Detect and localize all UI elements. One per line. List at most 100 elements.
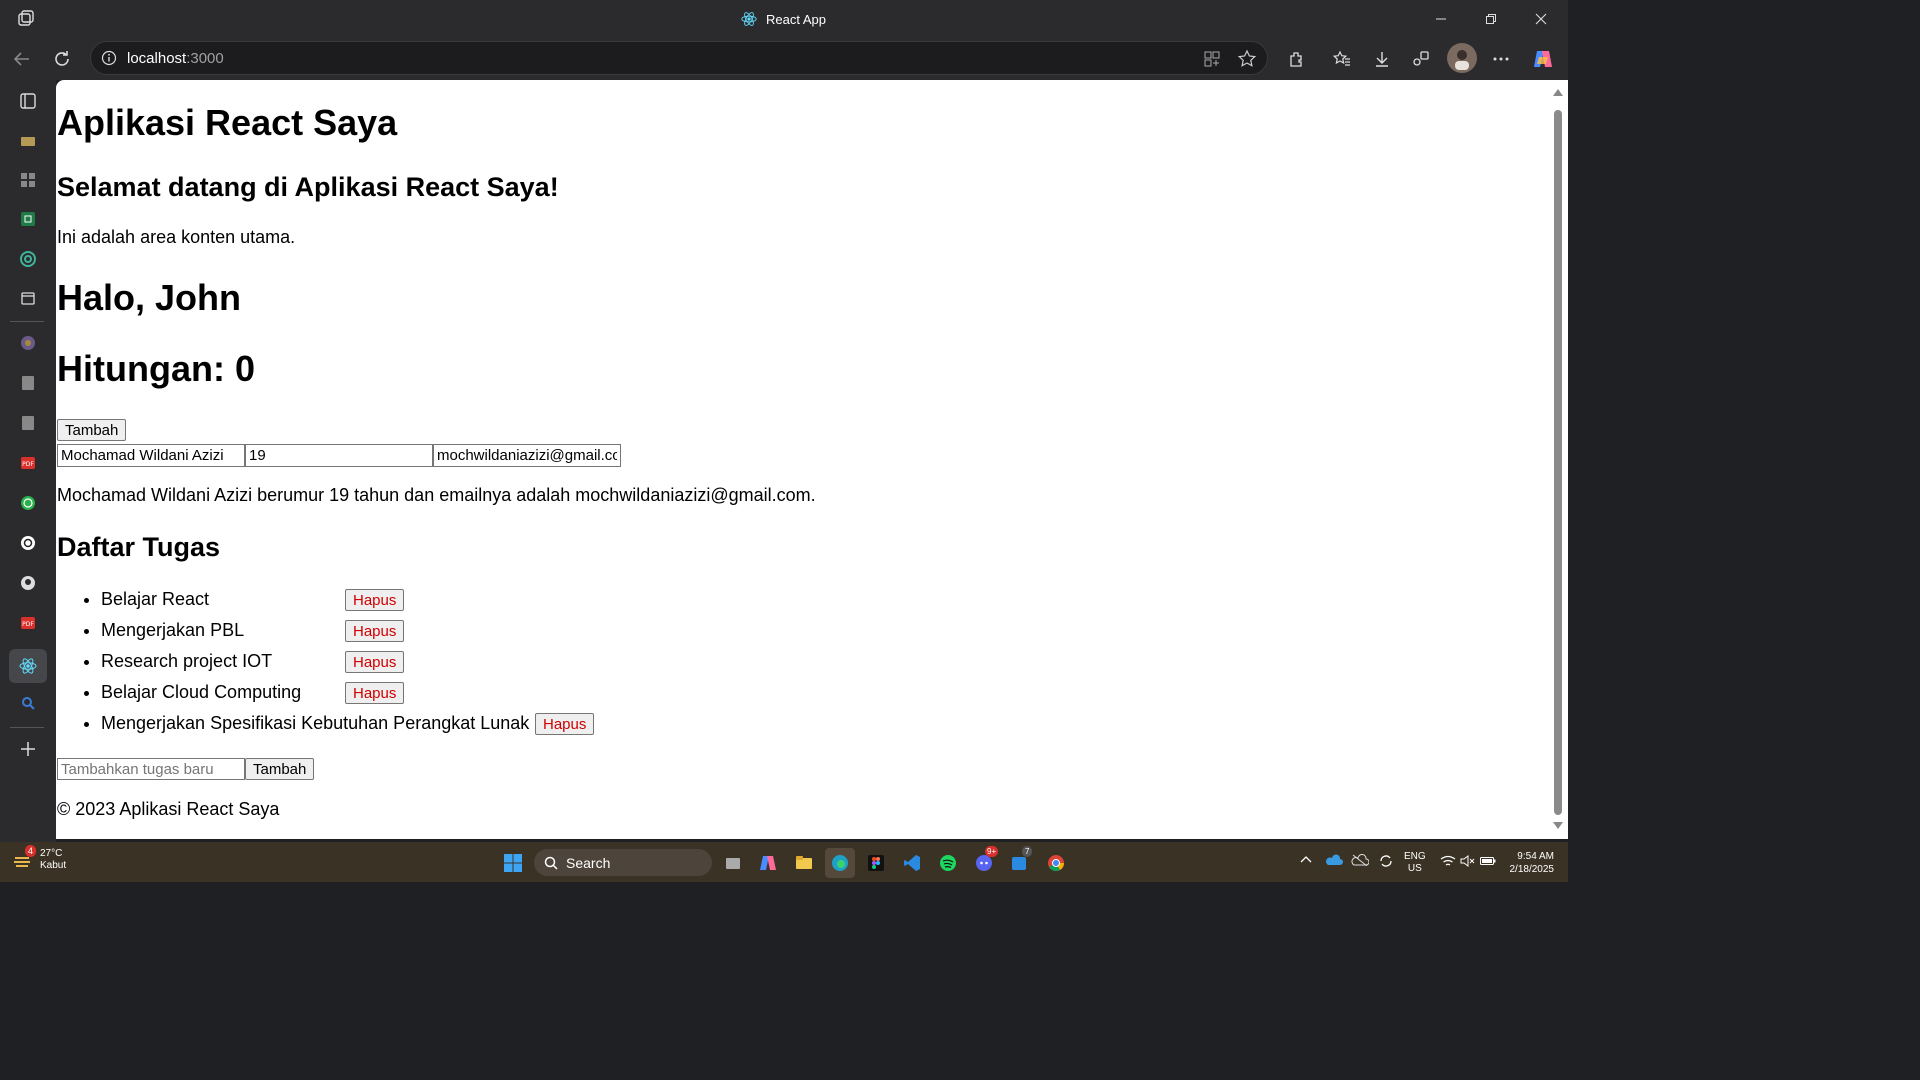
task-text: Research project IOT	[101, 651, 273, 671]
task-item: Mengerjakan Spesifikasi Kebutuhan Perang…	[101, 710, 595, 741]
tab-pdf2-icon[interactable]: PDF	[14, 609, 42, 637]
file-explorer-icon[interactable]	[789, 848, 819, 878]
teams-badge: 7	[1022, 846, 1033, 857]
task-item: Research project IOT Hapus	[101, 648, 594, 679]
spotify-icon[interactable]	[933, 848, 963, 878]
address-bar[interactable]: localhost:3000	[90, 41, 1268, 75]
edge-taskbar-icon[interactable]	[825, 848, 855, 878]
favorites-icon[interactable]	[1329, 46, 1355, 72]
footer-text: © 2023 Aplikasi React Saya	[57, 799, 280, 819]
task-text: Belajar React	[101, 589, 210, 609]
browser-toolbar: localhost:3000	[0, 38, 1568, 80]
tab-chatgpt-icon[interactable]	[14, 529, 42, 557]
increment-button[interactable]: Tambah	[57, 419, 127, 441]
welcome-heading: Selamat datang di Aplikasi React Saya!	[57, 172, 559, 202]
tab-github-icon[interactable]	[14, 569, 42, 597]
age-input[interactable]	[245, 444, 433, 467]
sync-icon[interactable]	[1378, 853, 1394, 873]
start-button[interactable]	[498, 848, 528, 878]
page-viewport: Aplikasi React Saya Selamat datang di Ap…	[56, 80, 1568, 839]
more-menu-icon[interactable]	[1488, 46, 1514, 72]
add-task-button[interactable]: Tambah	[245, 758, 315, 780]
weather-widget[interactable]: 4 27°C Kabut	[12, 845, 67, 872]
vscode-icon[interactable]	[897, 848, 927, 878]
figma-icon[interactable]	[861, 848, 891, 878]
language-indicator[interactable]: ENG US	[1404, 851, 1426, 875]
scrollbar-thumb[interactable]	[1554, 110, 1562, 815]
tab-doc-icon[interactable]	[14, 369, 42, 397]
collections-icon[interactable]	[1408, 46, 1434, 72]
downloads-icon[interactable]	[1369, 46, 1395, 72]
new-task-input[interactable]	[57, 758, 245, 780]
search-icon	[544, 856, 558, 870]
summary-text: Mochamad Wildani Azizi berumur 19 tahun …	[57, 485, 816, 505]
tab-globe-icon[interactable]	[14, 329, 42, 357]
extensions-icon[interactable]	[1284, 46, 1310, 72]
tab-sheets-icon[interactable]	[14, 205, 42, 233]
email-input[interactable]	[433, 444, 621, 467]
weather-condition: Kabut	[40, 860, 67, 871]
tab-folder-icon[interactable]	[14, 126, 42, 154]
delete-task-button[interactable]: Hapus	[345, 620, 405, 643]
copilot-icon[interactable]	[1530, 46, 1556, 72]
info-icon[interactable]	[101, 50, 117, 66]
greeting-heading: Halo, John	[57, 277, 242, 318]
react-logo-icon	[741, 12, 757, 26]
workspaces-icon[interactable]	[16, 9, 36, 29]
name-input[interactable]	[57, 444, 245, 467]
delete-task-button[interactable]: Hapus	[345, 682, 405, 705]
task-list: Belajar ReactHapus Mengerjakan PBLHapus …	[57, 586, 595, 741]
counter-heading: Hitungan: 0	[57, 348, 255, 389]
teams-icon[interactable]: 7	[1005, 846, 1035, 878]
refresh-button[interactable]	[48, 45, 76, 73]
tab-spiral-icon[interactable]	[14, 245, 42, 273]
add-tab-icon[interactable]	[14, 735, 42, 763]
discord-icon[interactable]: 9+	[969, 846, 999, 878]
tab-whatsapp-icon[interactable]	[14, 489, 42, 517]
onedrive-icon[interactable]	[1325, 854, 1343, 870]
show-hidden-icons[interactable]	[1300, 855, 1312, 867]
tab-apps-icon[interactable]	[14, 166, 42, 194]
delete-task-button[interactable]: Hapus	[345, 589, 405, 612]
back-button[interactable]	[8, 45, 36, 73]
delete-task-button[interactable]: Hapus	[535, 713, 595, 736]
tab-doc2-icon[interactable]	[14, 409, 42, 437]
page-scrollbar[interactable]	[1548, 80, 1568, 839]
favorite-star-icon[interactable]	[1237, 49, 1257, 69]
clock-time: 9:54 AM	[1517, 851, 1554, 862]
window-title-text: React App	[766, 11, 826, 27]
system-clock[interactable]: 9:54 AM 2/18/2025	[1510, 850, 1555, 876]
tab-calendar-icon[interactable]	[14, 284, 42, 312]
delete-task-button[interactable]: Hapus	[345, 651, 405, 674]
battery-icon[interactable]	[1480, 856, 1496, 870]
tab-react-app-icon[interactable]	[9, 649, 47, 683]
wifi-icon[interactable]	[1440, 855, 1456, 871]
close-button[interactable]	[1518, 6, 1564, 32]
weather-badge: 4	[25, 845, 37, 857]
tab-pdf-icon[interactable]: PDF	[14, 449, 42, 477]
windows-logo-icon	[504, 854, 522, 872]
scroll-down-icon[interactable]	[1553, 822, 1563, 830]
tab-search-icon[interactable]	[14, 689, 42, 717]
url-text[interactable]: localhost:3000	[127, 50, 224, 67]
content-text: Ini adalah area konten utama.	[57, 227, 296, 247]
weather-temp: 27°C	[40, 848, 63, 859]
minimize-button[interactable]	[1418, 6, 1464, 32]
taskbar-search[interactable]: Search	[534, 849, 712, 876]
task-text: Mengerjakan PBL	[101, 620, 245, 640]
copilot-taskbar-icon[interactable]	[753, 848, 783, 878]
volume-muted-icon[interactable]	[1460, 855, 1476, 871]
profile-avatar[interactable]	[1447, 43, 1477, 73]
window-title: React App	[740, 10, 826, 28]
restore-button[interactable]	[1468, 6, 1514, 32]
task-item: Belajar Cloud Computing Hapus	[101, 679, 594, 710]
task-view-icon[interactable]	[718, 848, 748, 878]
browser-sidebar: PDF PDF	[0, 80, 56, 842]
task-text: Mengerjakan Spesifikasi Kebutuhan Perang…	[101, 713, 530, 733]
task-item: Belajar React Hapus	[101, 586, 594, 617]
onedrive-paused-icon[interactable]	[1351, 854, 1370, 870]
tab-actions-icon[interactable]	[14, 87, 42, 115]
app-available-icon[interactable]	[1203, 50, 1221, 68]
scroll-up-icon[interactable]	[1553, 88, 1563, 96]
chrome-icon[interactable]	[1041, 848, 1071, 878]
